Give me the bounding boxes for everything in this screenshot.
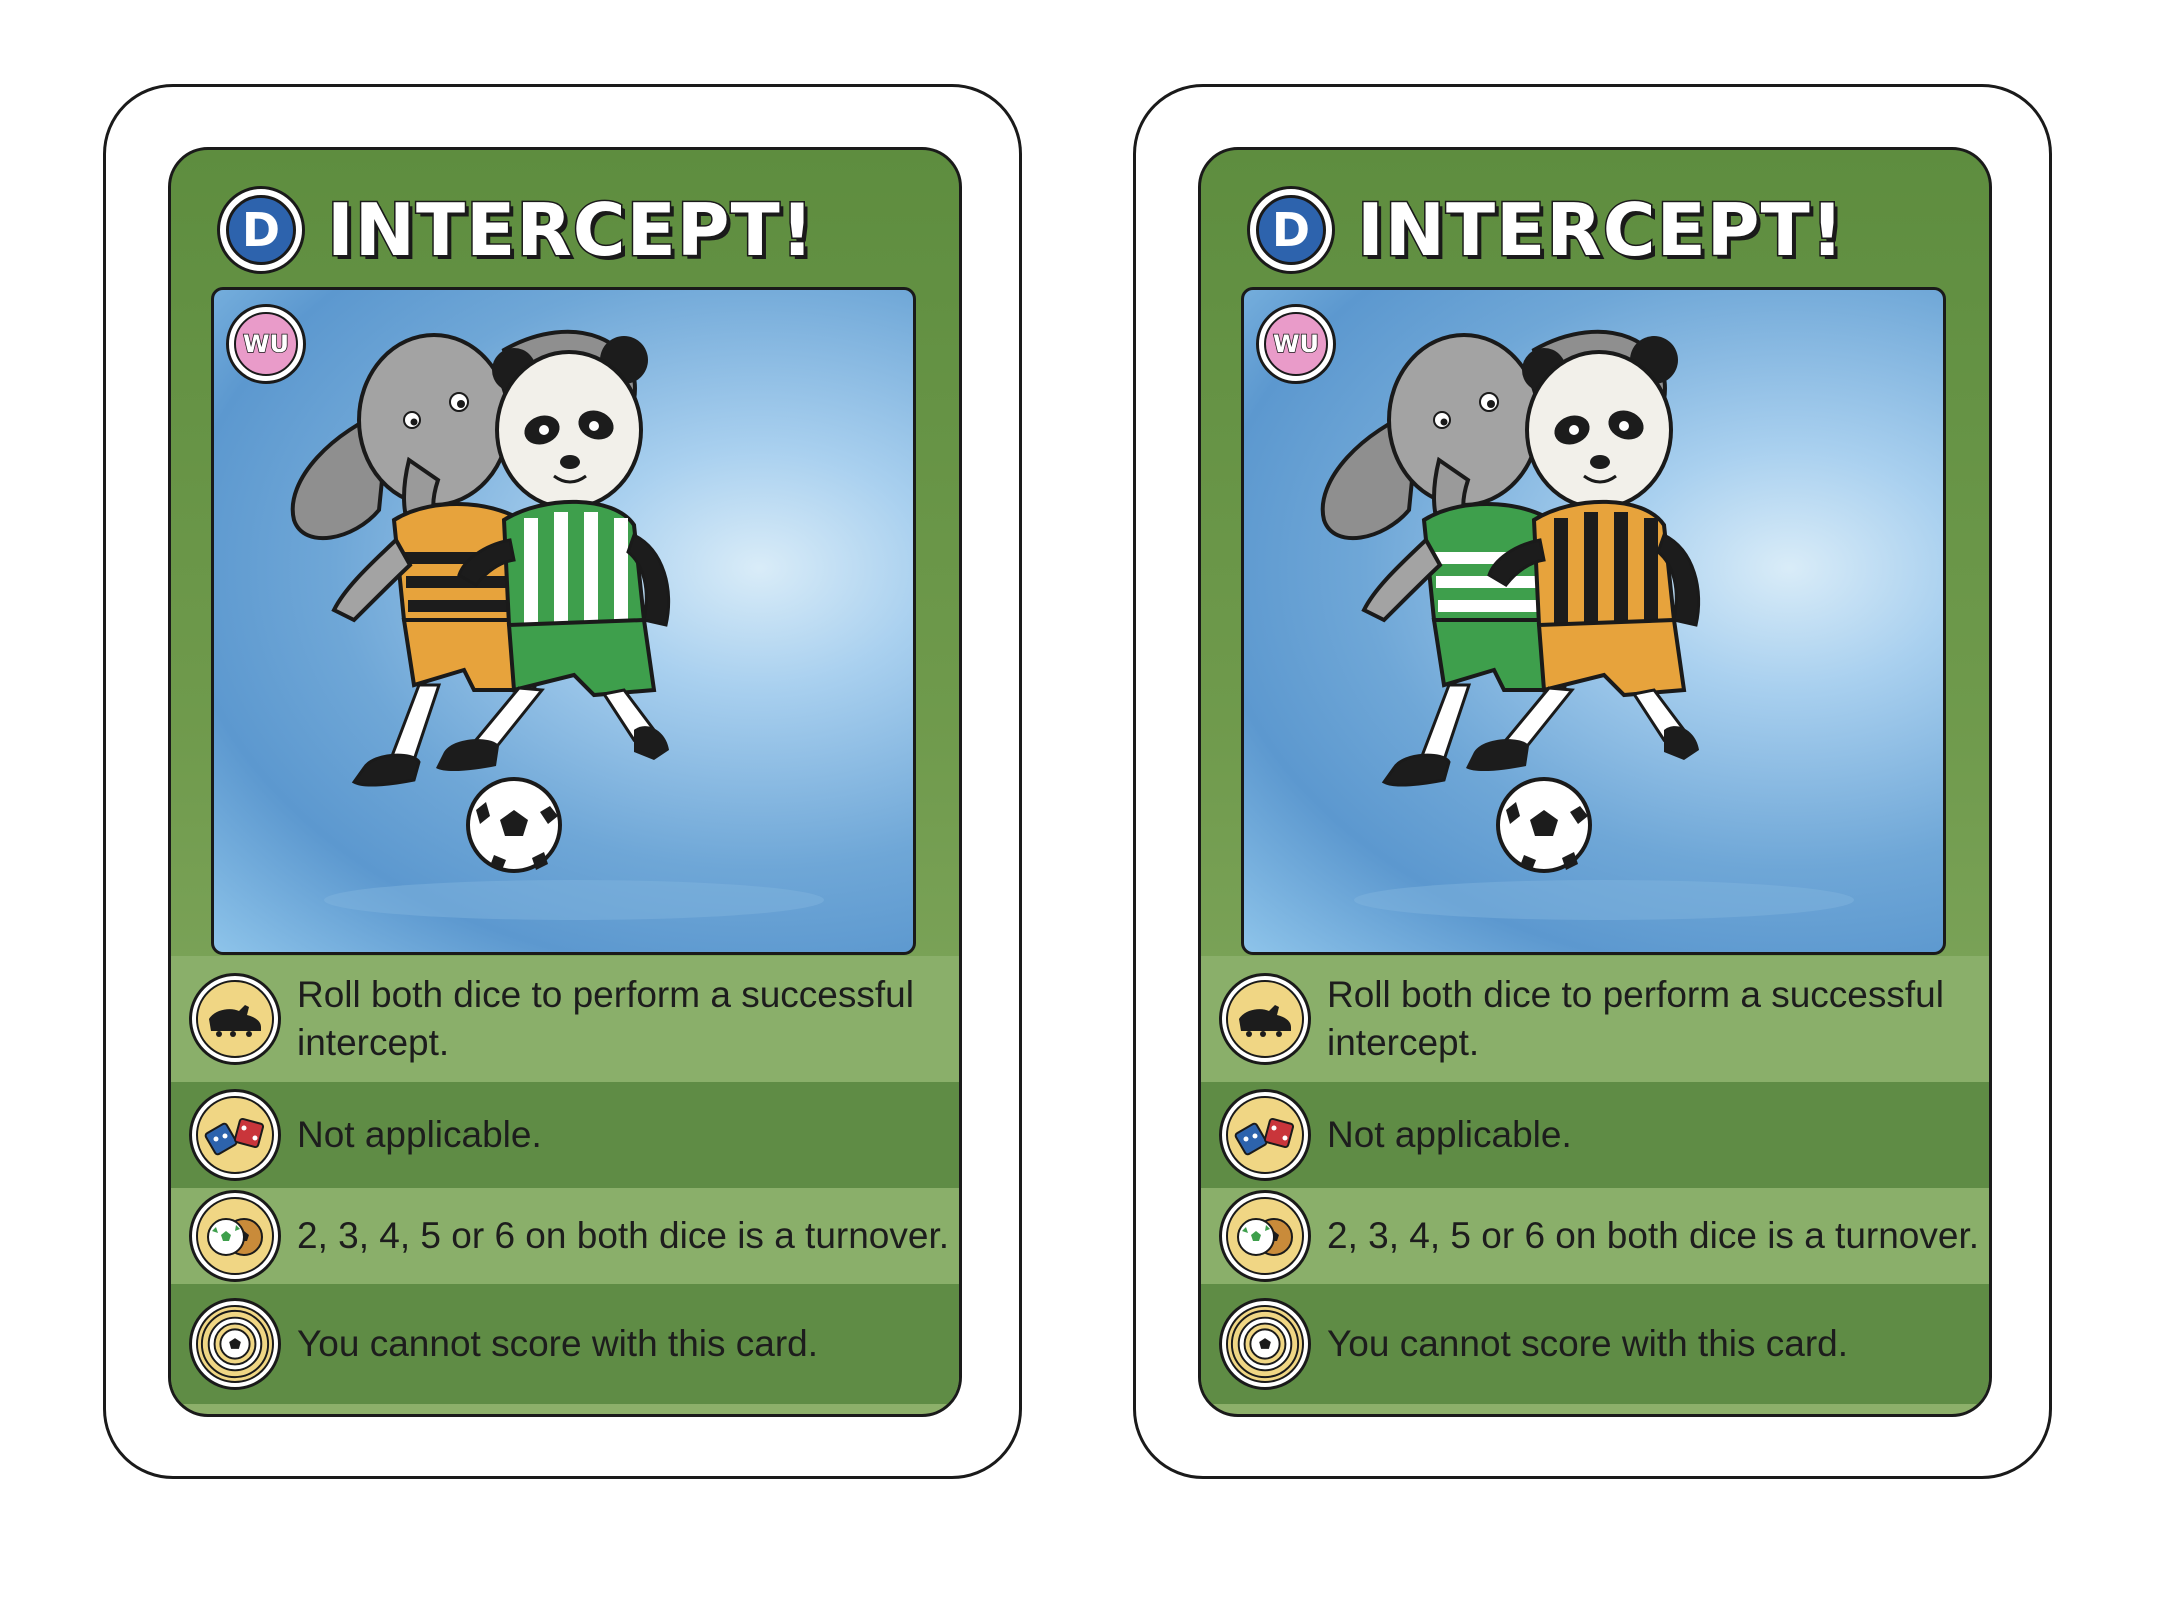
team-badge-label: WU xyxy=(234,312,298,376)
balls-icon xyxy=(189,1190,281,1282)
dice-icon xyxy=(189,1089,281,1181)
card-illustration: WU xyxy=(1241,287,1946,955)
balls-icon xyxy=(1219,1190,1311,1282)
goal-target-icon xyxy=(189,1298,281,1390)
rule-row-intercept: Roll both dice to perform a successful i… xyxy=(171,956,959,1082)
card-title-row: D INTERCEPT! xyxy=(1247,184,1845,276)
goal-target-icon xyxy=(1219,1298,1311,1390)
rule-text: You cannot score with this card. xyxy=(1327,1322,1849,1364)
rule-text: Not applicable. xyxy=(1327,1113,1572,1155)
rule-text: Roll both dice to perform a successful i… xyxy=(297,973,914,1063)
card-face: D INTERCEPT! WU Roll both dice to perfor… xyxy=(1198,147,1992,1417)
rule-row-score: You cannot score with this card. xyxy=(171,1284,959,1404)
rule-text: Roll both dice to perform a successful i… xyxy=(1327,973,1944,1063)
card-type-letter: D xyxy=(226,195,296,265)
boot-icon xyxy=(189,973,281,1065)
rule-text: Not applicable. xyxy=(297,1113,542,1155)
card-type-badge: D xyxy=(1247,186,1335,274)
game-card[interactable]: D INTERCEPT! WU Roll both dice to perfor… xyxy=(103,84,1022,1479)
rule-text: 2, 3, 4, 5 or 6 on both dice is a turnov… xyxy=(297,1214,950,1256)
card-illustration: WU xyxy=(211,287,916,955)
players-illustration xyxy=(290,329,824,920)
rule-row-score: You cannot score with this card. xyxy=(1201,1284,1989,1404)
rules-list: Roll both dice to perform a successful i… xyxy=(1201,956,1989,1404)
card-face: D INTERCEPT! WU Roll both dice to perfor… xyxy=(168,147,962,1417)
dice-icon xyxy=(1219,1089,1311,1181)
rule-text: You cannot score with this card. xyxy=(297,1322,819,1364)
team-badge: WU xyxy=(226,304,306,384)
soccer-ball xyxy=(1496,777,1592,873)
soccer-ball xyxy=(466,777,562,873)
rule-row-dice: Not applicable. xyxy=(171,1082,959,1188)
card-title: INTERCEPT! xyxy=(326,187,816,274)
card-title-row: D INTERCEPT! xyxy=(217,184,815,276)
players-illustration xyxy=(1320,329,1854,920)
rule-row-intercept: Roll both dice to perform a successful i… xyxy=(1201,956,1989,1082)
card-type-letter: D xyxy=(1256,195,1326,265)
rule-row-turnover: 2, 3, 4, 5 or 6 on both dice is a turnov… xyxy=(171,1188,959,1284)
card-title: INTERCEPT! xyxy=(1356,187,1846,274)
rule-text: 2, 3, 4, 5 or 6 on both dice is a turnov… xyxy=(1327,1214,1980,1256)
rule-row-turnover: 2, 3, 4, 5 or 6 on both dice is a turnov… xyxy=(1201,1188,1989,1284)
card-type-badge: D xyxy=(217,186,305,274)
game-card[interactable]: D INTERCEPT! WU Roll both dice to perfor… xyxy=(1133,84,2052,1479)
boot-icon xyxy=(1219,973,1311,1065)
team-badge: WU xyxy=(1256,304,1336,384)
team-badge-label: WU xyxy=(1264,312,1328,376)
rule-row-dice: Not applicable. xyxy=(1201,1082,1989,1188)
rules-list: Roll both dice to perform a successful i… xyxy=(171,956,959,1404)
